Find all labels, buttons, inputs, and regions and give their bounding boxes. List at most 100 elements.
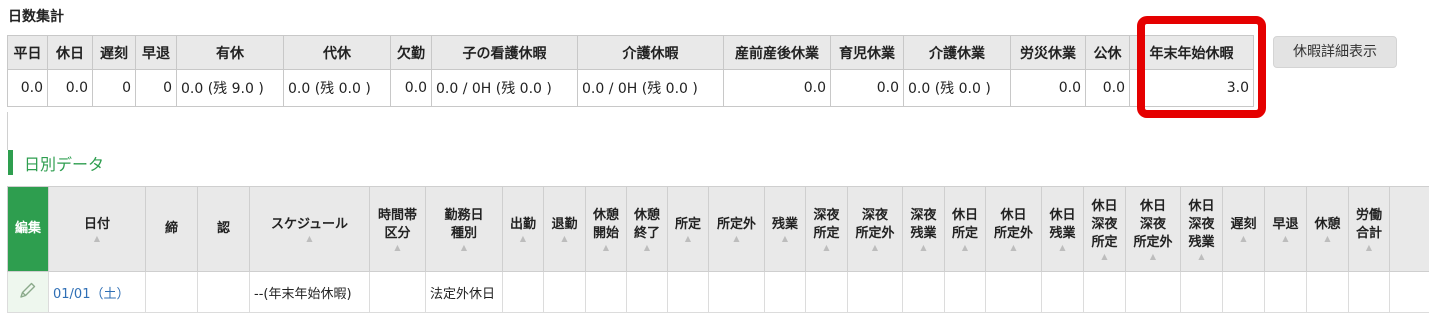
col-header-approve: 認 (198, 187, 250, 272)
section-accent-bar (8, 150, 13, 175)
summary-header: 介護休業 (904, 36, 1011, 70)
sort-arrow-icon: ▲ (1181, 252, 1222, 261)
summary-value: 0.0 / 0H (残 0.0 ) (432, 70, 578, 107)
summary-value: 0.0 / 0H (残 0.0 ) (578, 70, 724, 107)
col-header[interactable]: 早退▲ (1265, 187, 1307, 272)
col-header-label: 所定外 (717, 217, 756, 232)
summary-table: 平日 休日 遅刻 早退 有休 代休 欠勤 子の看護休暇 介護休暇 産前産後休業 … (7, 35, 1254, 107)
col-header[interactable]: 労働合計▲ (1349, 187, 1390, 272)
col-header[interactable]: 所定外▲ (709, 187, 765, 272)
sort-arrow-icon: ▲ (765, 234, 805, 243)
col-header-label: 勤務日種別 (444, 208, 483, 241)
cell (848, 272, 903, 313)
cell (1390, 272, 1429, 313)
summary-title: 日数集計 (8, 6, 64, 26)
cell (903, 272, 945, 313)
col-header-label: 休日残業 (1049, 208, 1075, 241)
col-header-extra (1390, 187, 1429, 272)
summary-value: 0.0 (残 0.0 ) (284, 70, 391, 107)
sort-arrow-icon: ▲ (250, 234, 369, 243)
summary-header: 早退 (136, 36, 177, 70)
date-link[interactable]: 01/01（土） (53, 287, 129, 302)
col-header-date[interactable]: 日付▲ (49, 187, 146, 272)
col-header[interactable]: 休日深夜所定外▲ (1126, 187, 1181, 272)
table-row: 01/01（土） --(年末年始休暇) 法定外休日 (8, 272, 1429, 313)
col-header[interactable]: 休日所定▲ (945, 187, 986, 272)
cell (668, 272, 709, 313)
summary-value: 0 (136, 70, 177, 107)
col-header[interactable]: 所定 ▲ (668, 187, 709, 272)
col-header[interactable]: 退勤▲ (544, 187, 586, 272)
cell (586, 272, 627, 313)
summary-header: 欠勤 (391, 36, 432, 70)
divider (7, 112, 8, 150)
date-cell[interactable]: 01/01（土） (49, 272, 146, 313)
cell (1084, 272, 1126, 313)
cell (627, 272, 668, 313)
col-header-time-zone[interactable]: 時間帯区分▲ (370, 187, 426, 272)
col-header-label: 休日深夜残業 (1188, 199, 1214, 250)
col-header[interactable]: 深夜残業 ▲ (903, 187, 945, 272)
cell (1307, 272, 1349, 313)
sort-arrow-icon: ▲ (1265, 234, 1306, 243)
col-header-label: 休憩 (1314, 217, 1340, 232)
leave-detail-button[interactable]: 休暇詳細表示 (1273, 36, 1397, 68)
cell (806, 272, 848, 313)
col-header[interactable]: 出勤▲ (503, 187, 544, 272)
col-header-edit: 編集 (8, 187, 49, 272)
col-header[interactable]: 休憩開始▲ (586, 187, 627, 272)
col-header-schedule[interactable]: スケジュール▲ (250, 187, 370, 272)
col-header[interactable]: 深夜所定外 ▲ (848, 187, 903, 272)
sort-arrow-icon: ▲ (903, 243, 944, 252)
col-header-label: 遅刻 (1230, 217, 1256, 232)
edit-cell[interactable] (8, 272, 49, 313)
summary-value: 0.0 (1011, 70, 1086, 107)
sort-arrow-icon: ▲ (1042, 243, 1083, 252)
sort-arrow-icon: ▲ (848, 243, 902, 252)
col-header[interactable]: 休憩終了▲ (627, 187, 668, 272)
sort-arrow-icon: ▲ (1349, 243, 1389, 252)
col-header-label: 退勤 (551, 217, 577, 232)
col-header[interactable]: 休憩 ▲ (1307, 187, 1349, 272)
cell (370, 272, 426, 313)
col-header[interactable]: 休日深夜所定▲ (1084, 187, 1126, 272)
col-header-day-type[interactable]: 勤務日種別 ▲ (426, 187, 503, 272)
cell (503, 272, 544, 313)
cell (945, 272, 986, 313)
summary-header: 平日 (8, 36, 48, 70)
cell (709, 272, 765, 313)
col-header-label: 締 (165, 221, 178, 236)
summary-header: 休日 (48, 36, 93, 70)
summary-header: 公休 (1086, 36, 1130, 70)
summary-header: 子の看護休暇 (432, 36, 578, 70)
col-header[interactable]: 深夜所定▲ (806, 187, 848, 272)
sort-arrow-icon: ▲ (49, 234, 145, 243)
cell (544, 272, 586, 313)
pencil-icon[interactable] (18, 289, 38, 304)
col-header-label: 休日所定外 (994, 208, 1033, 241)
sort-arrow-icon: ▲ (426, 243, 502, 252)
col-header[interactable]: 休日残業 ▲ (1042, 187, 1084, 272)
summary-header: 産前産後休業 (724, 36, 831, 70)
col-header-label: 残業 (772, 217, 798, 232)
col-header[interactable]: 遅刻▲ (1223, 187, 1265, 272)
cell (1126, 272, 1181, 313)
sort-arrow-icon: ▲ (370, 243, 425, 252)
sort-arrow-icon: ▲ (1307, 234, 1348, 243)
col-header[interactable]: 残業 ▲ (765, 187, 806, 272)
summary-value: 0.0 (831, 70, 904, 107)
col-header-label: 認 (217, 221, 230, 236)
summary-header: 有休 (177, 36, 284, 70)
summary-value: 0.0 (48, 70, 93, 107)
col-header-label: 休日深夜所定外 (1133, 199, 1172, 250)
summary-header: 育児休業 (831, 36, 904, 70)
col-header-label: 所定 (675, 217, 701, 232)
summary-header-new-year-holiday: 年末年始休暇 (1130, 36, 1254, 70)
daily-header-row: 編集 日付▲ 締 認 スケジュール▲ 時間帯区分▲ 勤務日種別▲ 出勤▲ 退勤▲… (8, 187, 1429, 272)
col-header[interactable]: 休日所定外▲ (986, 187, 1042, 272)
cell (146, 272, 198, 313)
col-header[interactable]: 休日深夜残業 ▲ (1181, 187, 1223, 272)
col-header-label: 深夜所定外 (855, 208, 894, 241)
sort-arrow-icon: ▲ (668, 234, 708, 243)
col-header-label: 深夜残業 (910, 208, 936, 241)
